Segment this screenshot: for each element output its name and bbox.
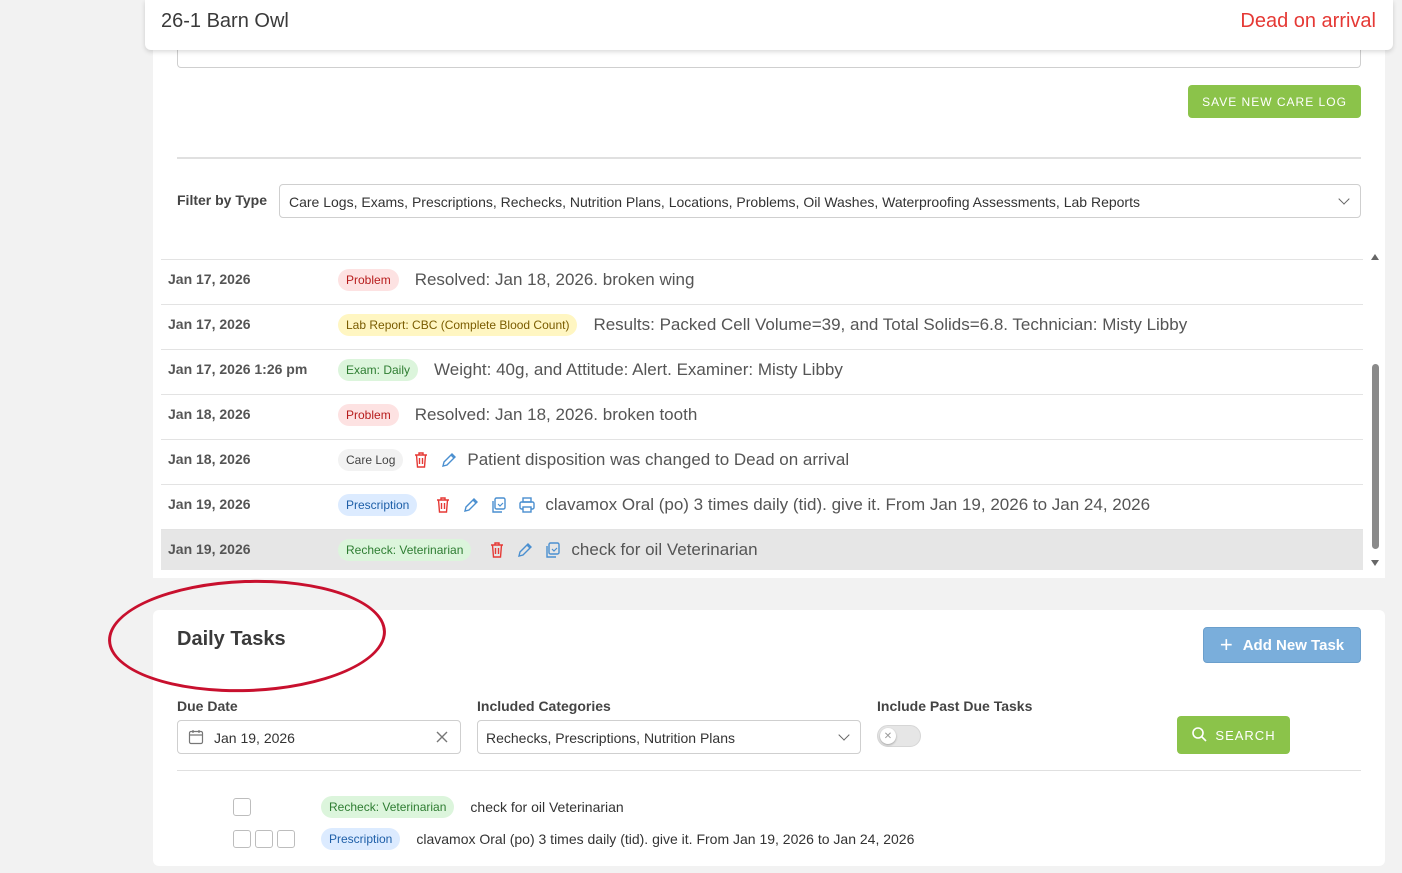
timeline-date: Jan 17, 2026 1:26 pm bbox=[168, 361, 308, 377]
timeline-row: Jan 18, 2026 Problem Resolved: Jan 18, 2… bbox=[161, 394, 1363, 439]
scroll-thumb[interactable] bbox=[1372, 364, 1379, 549]
printer-icon[interactable] bbox=[517, 495, 537, 515]
patient-disposition: Dead on arrival bbox=[1240, 10, 1376, 32]
save-care-log-button[interactable]: SAVE NEW CARE LOG bbox=[1188, 85, 1361, 118]
timeline-date: Jan 17, 2026 bbox=[168, 316, 251, 332]
task-text: check for oil Veterinarian bbox=[470, 799, 624, 815]
timeline-date: Jan 19, 2026 bbox=[168, 541, 251, 557]
type-badge-problem: Problem bbox=[338, 404, 399, 426]
categories-value: Rechecks, Prescriptions, Nutrition Plans bbox=[486, 730, 735, 746]
daily-tasks-card: Daily Tasks + Add New Task Due Date Jan … bbox=[153, 610, 1385, 866]
timeline-text: clavamox Oral (po) 3 times daily (tid). … bbox=[545, 495, 1151, 514]
search-label: SEARCH bbox=[1215, 727, 1276, 743]
type-badge-exam: Exam: Daily bbox=[338, 359, 419, 381]
timeline-date: Jan 18, 2026 bbox=[168, 451, 251, 467]
pencil-icon[interactable] bbox=[439, 450, 459, 470]
timeline-row: Jan 18, 2026 Care Log Patient dispositio… bbox=[161, 439, 1363, 484]
timeline-list: Jan 17, 2026 Problem Resolved: Jan 18, 2… bbox=[161, 259, 1363, 570]
categories-select[interactable]: Rechecks, Prescriptions, Nutrition Plans bbox=[477, 720, 861, 754]
timeline-row: Jan 17, 2026 Problem Resolved: Jan 18, 2… bbox=[161, 259, 1363, 304]
past-due-toggle[interactable]: ✕ bbox=[877, 725, 921, 747]
type-badge-care-log: Care Log bbox=[338, 449, 404, 471]
chevron-down-icon bbox=[838, 729, 850, 741]
due-date-input[interactable]: Jan 19, 2026 bbox=[177, 720, 461, 754]
add-new-task-button[interactable]: + Add New Task bbox=[1203, 627, 1361, 663]
due-date-value: Jan 19, 2026 bbox=[214, 730, 295, 746]
type-badge-recheck: Recheck: Veterinarian bbox=[321, 796, 455, 818]
filter-type-select[interactable]: Care Logs, Exams, Prescriptions, Recheck… bbox=[279, 184, 1361, 218]
task-text: clavamox Oral (po) 3 times daily (tid). … bbox=[416, 831, 915, 847]
timeline-text: Results: Packed Cell Volume=39, and Tota… bbox=[593, 315, 1188, 334]
timeline-scrollbar[interactable] bbox=[1369, 252, 1381, 568]
task-checkbox[interactable] bbox=[255, 830, 273, 848]
daily-tasks-title: Daily Tasks bbox=[177, 628, 286, 650]
type-badge-prescription: Prescription bbox=[321, 828, 401, 850]
pencil-icon[interactable] bbox=[515, 540, 535, 560]
timeline-text: Resolved: Jan 18, 2026. broken tooth bbox=[414, 405, 698, 424]
scroll-up-arrow[interactable] bbox=[1371, 254, 1379, 260]
timeline-text: check for oil Veterinarian bbox=[571, 540, 758, 559]
chevron-down-icon bbox=[1338, 193, 1350, 205]
scroll-down-arrow[interactable] bbox=[1371, 560, 1379, 566]
copy-icon[interactable] bbox=[489, 495, 509, 515]
task-item: Prescription clavamox Oral (po) 3 times … bbox=[233, 828, 914, 850]
trash-icon[interactable] bbox=[487, 540, 507, 560]
plus-icon: + bbox=[1219, 632, 1233, 657]
filter-label: Filter by Type bbox=[177, 192, 267, 208]
timeline-row: Jan 17, 2026 1:26 pm Exam: Daily Weight:… bbox=[161, 349, 1363, 394]
search-icon bbox=[1191, 726, 1207, 745]
type-badge-problem: Problem bbox=[338, 269, 399, 291]
timeline-text: Resolved: Jan 18, 2026. broken wing bbox=[414, 270, 695, 289]
type-badge-lab-report: Lab Report: CBC (Complete Blood Count) bbox=[338, 314, 578, 336]
divider bbox=[177, 157, 1361, 159]
timeline-row: Jan 17, 2026 Lab Report: CBC (Complete B… bbox=[161, 304, 1363, 349]
due-date-label: Due Date bbox=[177, 698, 238, 714]
past-due-label: Include Past Due Tasks bbox=[877, 698, 1033, 714]
filter-value: Care Logs, Exams, Prescriptions, Recheck… bbox=[289, 194, 1140, 210]
task-checkbox[interactable] bbox=[233, 798, 251, 816]
copy-icon[interactable] bbox=[543, 540, 563, 560]
type-badge-recheck: Recheck: Veterinarian bbox=[338, 539, 472, 561]
timeline-date: Jan 19, 2026 bbox=[168, 496, 251, 512]
type-badge-prescription: Prescription bbox=[338, 494, 418, 516]
calendar-icon bbox=[188, 729, 204, 750]
search-button[interactable]: SEARCH bbox=[1177, 716, 1290, 754]
timeline-text: Patient disposition was changed to Dead … bbox=[467, 450, 850, 469]
task-item: Recheck: Veterinarian check for oil Vete… bbox=[233, 796, 624, 818]
task-checkbox[interactable] bbox=[277, 830, 295, 848]
timeline-row: Jan 19, 2026 Recheck: Veterinarian check… bbox=[161, 529, 1363, 570]
timeline-row: Jan 19, 2026 Prescription clavamox Oral … bbox=[161, 484, 1363, 529]
patient-name: 26-1 Barn Owl bbox=[161, 10, 289, 32]
categories-label: Included Categories bbox=[477, 698, 611, 714]
trash-icon[interactable] bbox=[411, 450, 431, 470]
timeline-text: Weight: 40g, and Attitude: Alert. Examin… bbox=[434, 360, 843, 379]
add-new-task-label: Add New Task bbox=[1242, 636, 1345, 654]
care-log-card: SAVE NEW CARE LOG Filter by Type Care Lo… bbox=[153, 30, 1385, 578]
timeline-date: Jan 17, 2026 bbox=[168, 271, 251, 287]
patient-header: 26-1 Barn Owl Dead on arrival bbox=[145, 0, 1393, 50]
trash-icon[interactable] bbox=[433, 495, 453, 515]
divider bbox=[177, 770, 1361, 771]
pencil-icon[interactable] bbox=[461, 495, 481, 515]
task-checkbox[interactable] bbox=[233, 830, 251, 848]
close-icon[interactable] bbox=[436, 730, 448, 748]
timeline-date: Jan 18, 2026 bbox=[168, 406, 251, 422]
toggle-off-icon: ✕ bbox=[880, 728, 896, 744]
